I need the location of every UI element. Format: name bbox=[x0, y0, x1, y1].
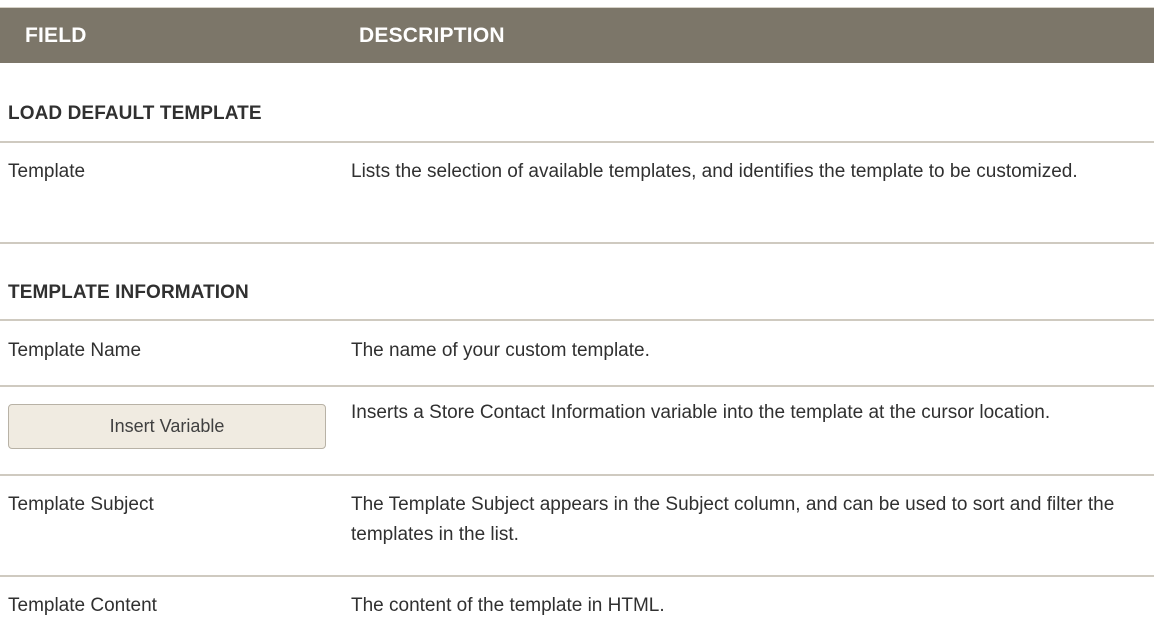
description-template-content: The content of the template in HTML. bbox=[351, 595, 665, 616]
section-title-template-information: TEMPLATE INFORMATION bbox=[8, 282, 249, 303]
section-divider bbox=[0, 319, 1154, 321]
description-template-subject: The Template Subject appears in the Subj… bbox=[351, 494, 1115, 545]
description-template-name: The name of your custom template. bbox=[351, 340, 650, 361]
row-divider bbox=[0, 575, 1154, 577]
column-header-field: FIELD bbox=[25, 24, 87, 47]
field-template-name: Template Name bbox=[8, 340, 142, 361]
field-template-content: Template Content bbox=[8, 595, 157, 616]
column-header-description: DESCRIPTION bbox=[359, 24, 505, 47]
table-header: FIELD DESCRIPTION bbox=[0, 7, 1154, 63]
row-divider bbox=[0, 474, 1154, 476]
row-divider bbox=[0, 385, 1154, 387]
row-divider bbox=[0, 242, 1154, 244]
section-divider bbox=[0, 141, 1154, 143]
description-insert-variable: Inserts a Store Contact Information vari… bbox=[351, 402, 1051, 423]
field-template-subject: Template Subject bbox=[8, 494, 154, 515]
section-title-load-default-template: LOAD DEFAULT TEMPLATE bbox=[8, 103, 262, 124]
insert-variable-button[interactable]: Insert Variable bbox=[8, 404, 326, 449]
description-template: Lists the selection of available templat… bbox=[351, 161, 1078, 182]
field-template: Template bbox=[8, 161, 86, 182]
